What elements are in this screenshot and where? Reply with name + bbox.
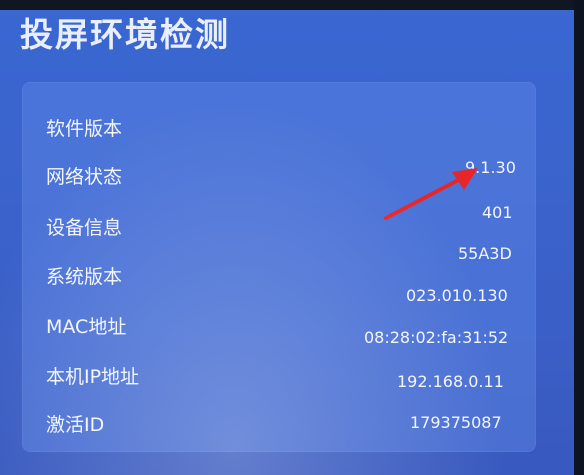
device-info-value: 55A3D bbox=[458, 244, 512, 263]
mac-address-label: MAC地址 bbox=[46, 316, 127, 338]
network-status-label: 网络状态 bbox=[46, 166, 123, 188]
device-info-label: 设备信息 bbox=[46, 217, 123, 239]
system-version-value: 023.010.130 bbox=[406, 286, 508, 305]
page-title: 投屏环境检测 bbox=[20, 15, 230, 54]
mac-address-value: 08:28:02:fa:31:52 bbox=[364, 328, 509, 347]
software-version-label: 软件版本 bbox=[46, 118, 123, 140]
right-bezel bbox=[574, 0, 584, 475]
row-software-version: 软件版本 bbox=[22, 114, 536, 158]
activation-id-label: 激活ID bbox=[46, 414, 105, 436]
red-arrow-annotation-icon bbox=[384, 168, 478, 220]
local-ip-value: 192.168.0.11 bbox=[397, 372, 504, 391]
row-activation-id: 激活ID 192.168.0.11 179375087 bbox=[22, 372, 536, 454]
tv-screen: 投屏环境检测 软件版本 网络状态 9.1.30 设备信息 401 系统版本 55… bbox=[0, 0, 584, 475]
system-version-label: 系统版本 bbox=[46, 266, 123, 288]
activation-id-value: 179375087 bbox=[410, 413, 502, 432]
info-panel: 软件版本 网络状态 9.1.30 设备信息 401 系统版本 55A3D MAC… bbox=[22, 82, 536, 452]
local-ip-label: 本机IP地址 bbox=[46, 366, 140, 388]
